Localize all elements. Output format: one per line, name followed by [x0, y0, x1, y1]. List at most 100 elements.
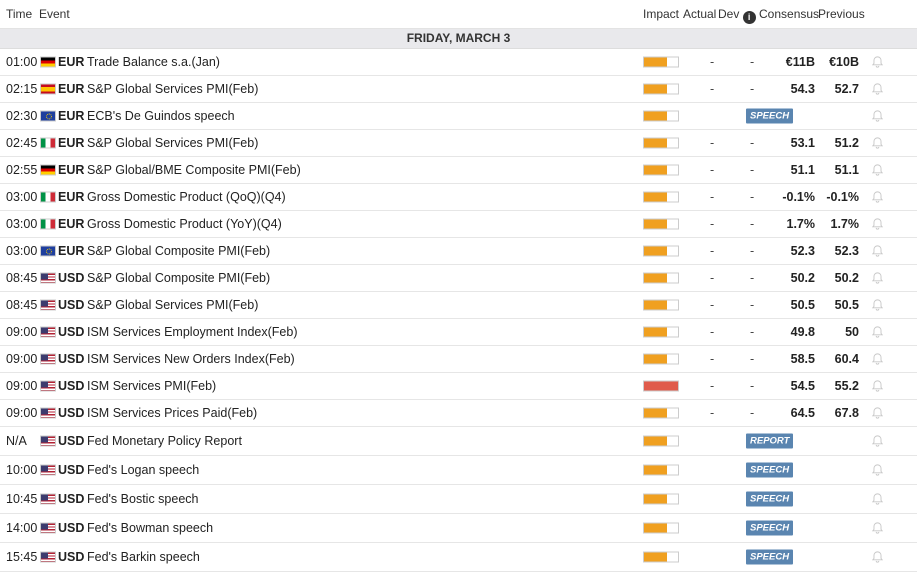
bell-icon[interactable]	[871, 435, 884, 448]
impact-bar	[643, 245, 679, 257]
previous-value: 1.7%	[830, 217, 860, 231]
event-name[interactable]: ISM Services New Orders Index(Feb)	[87, 352, 295, 366]
bell-icon[interactable]	[871, 407, 884, 420]
table-row[interactable]: N/A USD Fed Monetary Policy Report REPORT	[0, 427, 917, 456]
impact-bar	[643, 137, 679, 149]
table-row[interactable]: 01:00 EUR Trade Balance s.a.(Jan) - - €11B €10…	[0, 49, 917, 76]
event-name[interactable]: Fed's Bowman speech	[87, 521, 213, 535]
impact-bar	[643, 522, 679, 534]
table-row[interactable]: 09:00 USD ISM Services Employment Index(Fe…	[0, 319, 917, 346]
bell-icon[interactable]	[871, 299, 884, 312]
table-row[interactable]: 03:00 EUR Gross Domestic Product (YoY)(Q4)…	[0, 211, 917, 238]
deviation-value: -	[750, 136, 755, 150]
table-row[interactable]: 10:00 USD Fed's Logan speech SPEECH	[0, 456, 917, 485]
bell-icon[interactable]	[871, 110, 884, 123]
event-name[interactable]: ISM Services Prices Paid(Feb)	[87, 406, 257, 420]
col-dev-header[interactable]: Dev i	[718, 7, 756, 24]
event-rows: 01:00 EUR Trade Balance s.a.(Jan) - - €11B €10…	[0, 49, 917, 572]
table-row[interactable]: 03:00 EUR S&P Global Composite PMI(Feb) - - 5…	[0, 238, 917, 265]
event-name[interactable]: Fed's Logan speech	[87, 463, 199, 477]
event-time: 15:45	[6, 550, 38, 564]
country-flag-icon	[40, 191, 56, 203]
table-row[interactable]: 08:45 USD S&P Global Composite PMI(Feb) - - 5…	[0, 265, 917, 292]
bell-icon[interactable]	[871, 83, 884, 96]
event-name[interactable]: Trade Balance s.a.(Jan)	[87, 55, 220, 69]
event-name[interactable]: Fed's Barkin speech	[87, 550, 200, 564]
table-row[interactable]: 09:00 USD ISM Services New Orders Index(Fe…	[0, 346, 917, 373]
previous-value: 50.2	[834, 271, 859, 285]
event-name[interactable]: ISM Services Employment Index(Feb)	[87, 325, 298, 339]
table-row[interactable]: 14:00 USD Fed's Bowman speech SPEECH	[0, 514, 917, 543]
previous-value: 50	[845, 325, 859, 339]
event-name[interactable]: Gross Domestic Product (QoQ)(Q4)	[87, 190, 286, 204]
table-row[interactable]: 09:00 USD ISM Services PMI(Feb) - - 54.5 55.2	[0, 373, 917, 400]
event-type-badge: SPEECH	[746, 491, 794, 507]
bell-icon[interactable]	[871, 245, 884, 258]
table-row[interactable]: 03:00 EUR Gross Domestic Product (QoQ)(Q4)…	[0, 184, 917, 211]
event-name[interactable]: S&P Global Services PMI(Feb)	[87, 298, 258, 312]
table-row[interactable]: 15:45 USD Fed's Barkin speech SPEECH	[0, 543, 917, 572]
previous-value: 52.7	[834, 82, 859, 96]
bell-icon[interactable]	[871, 137, 884, 150]
event-currency: EUR	[58, 190, 85, 204]
deviation-value: -	[750, 271, 755, 285]
event-name[interactable]: S&P Global Services PMI(Feb)	[87, 136, 258, 150]
consensus-value: 64.5	[790, 406, 815, 420]
economic-calendar-table: Time Event Impact Actual Dev i Consensus…	[0, 0, 917, 572]
previous-value: 50.5	[834, 298, 859, 312]
table-row[interactable]: 10:45 USD Fed's Bostic speech SPEECH	[0, 485, 917, 514]
event-time: 02:55	[6, 163, 38, 177]
table-row[interactable]: 02:45 EUR S&P Global Services PMI(Feb) - - 53…	[0, 130, 917, 157]
table-row[interactable]: 02:30 EUR ECB's De Guindos speech SPEECH	[0, 103, 917, 130]
table-row[interactable]: 08:45 USD S&P Global Services PMI(Feb) - - 50…	[0, 292, 917, 319]
bell-icon[interactable]	[871, 551, 884, 564]
bell-icon[interactable]	[871, 164, 884, 177]
info-icon[interactable]: i	[742, 11, 756, 24]
col-consensus-header[interactable]: Consensus	[759, 7, 819, 21]
bell-icon[interactable]	[871, 464, 884, 477]
event-time: 10:00	[6, 463, 38, 477]
bell-icon[interactable]	[871, 353, 884, 366]
event-currency: USD	[58, 352, 85, 366]
event-name[interactable]: S&P Global Services PMI(Feb)	[87, 82, 258, 96]
event-currency: EUR	[58, 217, 85, 231]
impact-bar	[643, 272, 679, 284]
bell-icon[interactable]	[871, 326, 884, 339]
impact-bar	[643, 110, 679, 122]
previous-value: 51.2	[834, 136, 859, 150]
event-name[interactable]: Fed's Bostic speech	[87, 492, 198, 506]
impact-bar	[643, 493, 679, 505]
impact-bar-fill	[644, 354, 668, 364]
event-name[interactable]: ECB's De Guindos speech	[87, 109, 235, 123]
consensus-value: 50.5	[790, 298, 815, 312]
event-name[interactable]: S&P Global Composite PMI(Feb)	[87, 271, 270, 285]
bell-icon[interactable]	[871, 493, 884, 506]
consensus-value: 1.7%	[786, 217, 816, 231]
impact-bar	[643, 218, 679, 230]
event-name[interactable]: Fed Monetary Policy Report	[87, 434, 242, 448]
event-time: 02:45	[6, 136, 38, 150]
table-row[interactable]: 02:55 EUR S&P Global/BME Composite PMI(Feb…	[0, 157, 917, 184]
col-time-header[interactable]: Time	[6, 7, 32, 21]
table-row[interactable]: 09:00 USD ISM Services Prices Paid(Feb) - - 6…	[0, 400, 917, 427]
bell-icon[interactable]	[871, 191, 884, 204]
event-name[interactable]: Gross Domestic Product (YoY)(Q4)	[87, 217, 282, 231]
event-currency: USD	[58, 325, 85, 339]
bell-icon[interactable]	[871, 522, 884, 535]
bell-icon[interactable]	[871, 272, 884, 285]
impact-bar-fill	[644, 138, 668, 148]
deviation-value: -	[750, 190, 755, 204]
event-name[interactable]: S&P Global Composite PMI(Feb)	[87, 244, 270, 258]
table-row[interactable]: 02:15 EUR S&P Global Services PMI(Feb) - - 54…	[0, 76, 917, 103]
col-previous-header[interactable]: Previous	[818, 7, 865, 21]
bell-icon[interactable]	[871, 380, 884, 393]
bell-icon[interactable]	[871, 56, 884, 69]
impact-bar	[643, 191, 679, 203]
col-event-header[interactable]: Event	[39, 7, 70, 21]
event-name[interactable]: ISM Services PMI(Feb)	[87, 379, 216, 393]
event-time: 09:00	[6, 379, 38, 393]
col-impact-header[interactable]: Impact	[643, 7, 679, 21]
bell-icon[interactable]	[871, 218, 884, 231]
event-name[interactable]: S&P Global/BME Composite PMI(Feb)	[87, 163, 301, 177]
col-actual-header[interactable]: Actual	[683, 7, 716, 21]
